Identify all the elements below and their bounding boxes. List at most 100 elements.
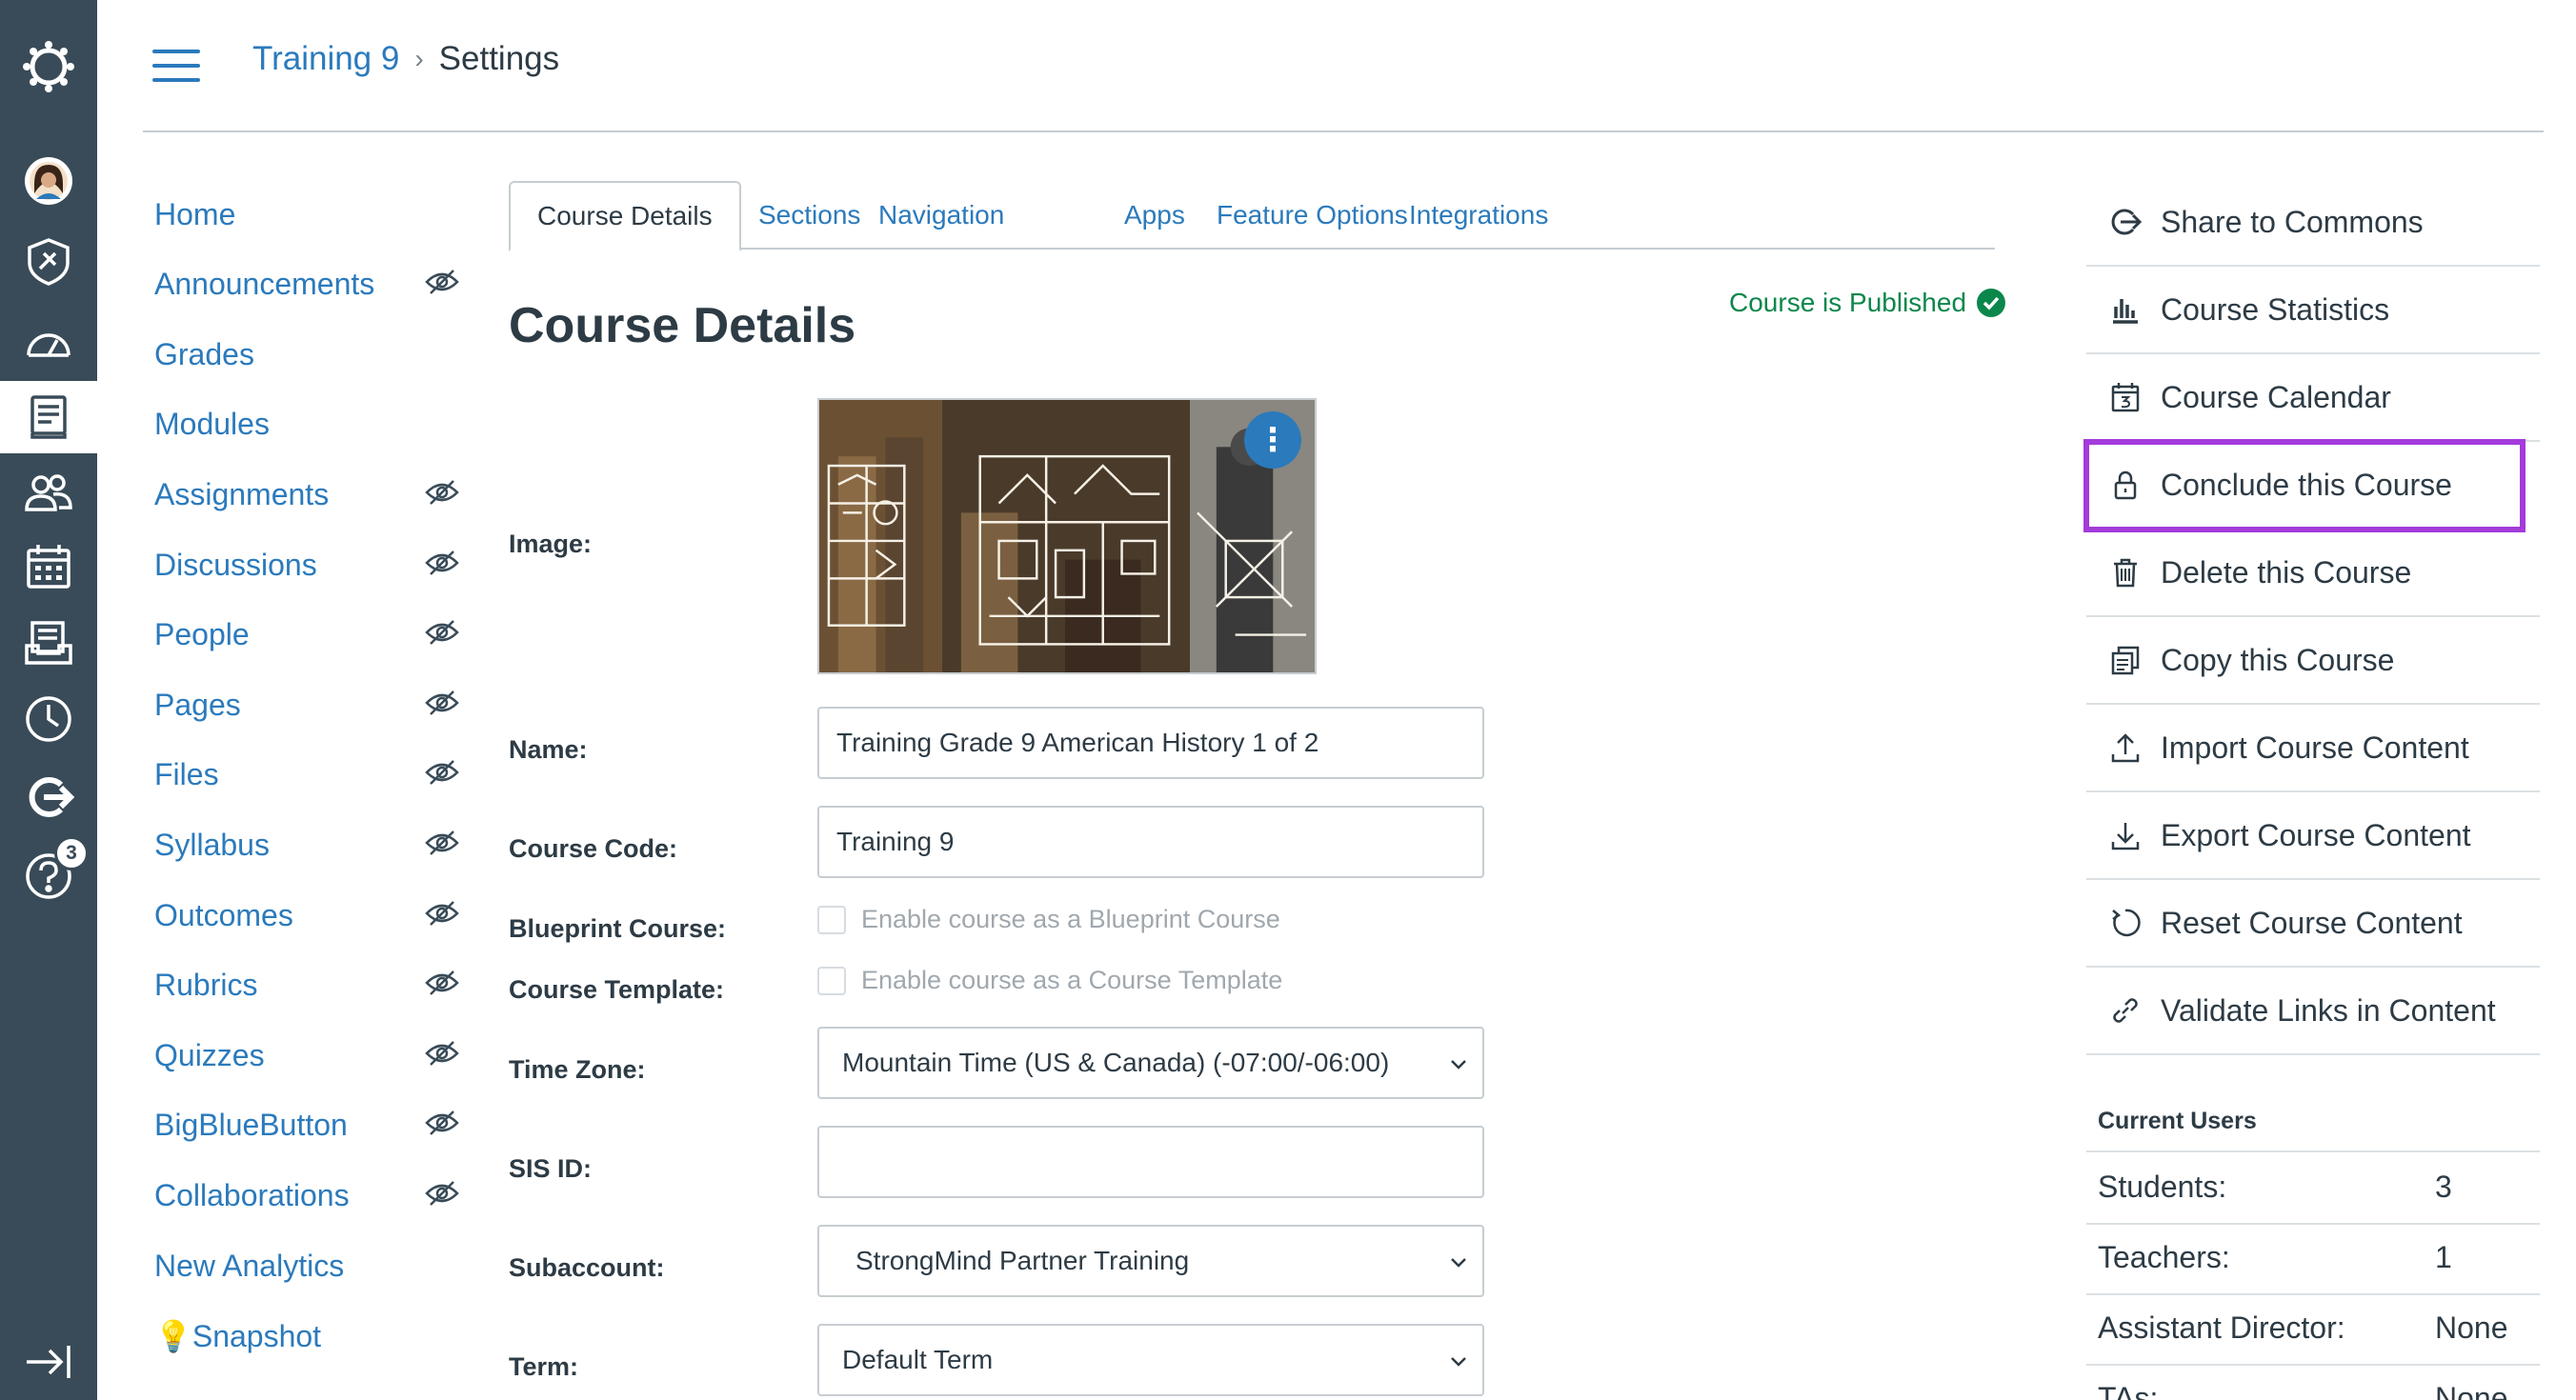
course-nav-label: Rubrics [154,968,258,1003]
import-course-content-button[interactable]: Import Course Content [2086,705,2540,792]
check-circle-icon [1977,289,2006,317]
export-course-content-button[interactable]: Export Course Content [2086,792,2540,880]
account-avatar-icon[interactable] [0,143,97,219]
hidden-eye-icon [425,619,459,650]
course-nav-item-quizzes[interactable]: Quizzes [154,1031,459,1079]
course-code-input[interactable]: Training 9 [817,806,1484,878]
blueprint-row: Enable course as a Blueprint Course [817,905,1280,934]
published-label: Course is Published [1729,288,1967,317]
course-nav-item-syllabus[interactable]: Syllabus [154,821,459,869]
chevron-down-icon [1451,1357,1466,1367]
subaccount-select[interactable]: StrongMind Partner Training [817,1225,1484,1297]
course-nav-item-rubrics[interactable]: Rubrics [154,962,459,1010]
user-count: None [2435,1381,2508,1400]
breadcrumb: Training 9 › Settings [252,40,559,78]
course-nav-item-modules[interactable]: Modules [154,401,459,449]
timezone-label: Time Zone: [509,1055,646,1084]
course-nav-label: BigBlueButton [154,1108,348,1143]
logo-icon[interactable] [0,29,97,105]
history-icon[interactable] [0,681,97,757]
course-nav-item-bigbluebutton[interactable]: BigBlueButton [154,1102,459,1150]
hidden-eye-icon [425,1180,459,1211]
course-statistics-button[interactable]: Course Statistics [2086,267,2540,354]
current-users-divider [2086,1150,2540,1152]
sis-id-input[interactable] [817,1126,1484,1198]
share-to-commons-button[interactable]: Share to Commons [2086,179,2540,267]
course-name-input[interactable]: Training Grade 9 American History 1 of 2 [817,707,1484,779]
chevron-down-icon [1451,1060,1466,1070]
action-label: Reset Course Content [2161,905,2463,940]
breadcrumb-course-link[interactable]: Training 9 [252,40,399,78]
term-select[interactable]: Default Term [817,1324,1484,1396]
course-nav-item-collaborations[interactable]: Collaborations [154,1171,459,1219]
course-nav-label: Discussions [154,547,317,582]
course-nav-item-outcomes[interactable]: Outcomes [154,891,459,939]
commons-icon[interactable] [0,759,97,835]
course-nav-item-pages[interactable]: Pages [154,681,459,729]
commons-icon [2111,209,2142,235]
lock-icon [2114,470,2137,500]
hidden-eye-icon [425,759,459,790]
course-nav-item-announcements[interactable]: Announcements [154,261,459,309]
course-nav-item-people[interactable]: People [154,611,459,659]
download-icon [2111,823,2140,850]
tab-navigation[interactable]: Navigation [852,181,1031,250]
course-nav-label: Modules [154,407,270,442]
admin-icon[interactable] [0,224,97,300]
action-label: Validate Links in Content [2161,992,2496,1028]
collapse-nav-icon[interactable] [0,1324,97,1400]
calendar-icon[interactable] [0,529,97,605]
name-label: Name: [509,735,588,764]
course-nav-item-assignments[interactable]: Assignments [154,470,459,518]
course-nav-label: 💡Snapshot [154,1318,322,1353]
trash-icon [2114,558,2137,588]
course-nav-item-discussions[interactable]: Discussions [154,541,459,589]
image-options-button[interactable]: ⋮ [1244,411,1301,469]
course-nav-label: Assignments [154,476,330,511]
reset-course-content-button[interactable]: Reset Course Content [2086,880,2540,968]
hidden-eye-icon [425,690,459,721]
course-nav-item-grades[interactable]: Grades [154,330,459,378]
template-checkbox[interactable] [817,966,846,995]
hamburger-menu-icon[interactable] [152,50,200,82]
course-nav-item-snapshot[interactable]: 💡Snapshot [154,1312,459,1360]
conclude-this-course-button[interactable]: Conclude this Course [2083,439,2526,532]
image-label: Image: [509,530,593,558]
course-nav-label: Home [154,196,236,231]
hidden-eye-icon [425,1110,459,1141]
stats-icon [2113,299,2138,324]
course-nav-item-files[interactable]: Files [154,751,459,799]
delete-this-course-button[interactable]: Delete this Course [2086,530,2540,617]
course-image[interactable] [817,398,1317,674]
current-users-divider [2086,1293,2540,1295]
validate-links-in-content-button[interactable]: Validate Links in Content [2086,968,2540,1055]
current-users-row: TAs: None [2098,1381,2540,1400]
action-label: Course Statistics [2161,291,2390,327]
template-row: Enable course as a Course Template [817,966,1282,995]
blueprint-checkbox[interactable] [817,905,846,934]
tab-course-details[interactable]: Course Details [509,181,741,251]
course-nav-item-new-analytics[interactable]: New Analytics [154,1242,459,1290]
dashboard-icon[interactable] [0,305,97,381]
course-nav-label: Syllabus [154,827,270,862]
courses-icon[interactable] [0,381,97,453]
sis-id-label: SIS ID: [509,1154,593,1183]
blueprint-label: Blueprint Course: [509,914,727,943]
inbox-icon[interactable] [0,605,97,681]
published-status: Course is Published [1729,288,2006,318]
course-nav-item-home[interactable]: Home [154,190,459,238]
header-divider [143,130,2544,132]
copy-this-course-button[interactable]: Copy this Course [2086,617,2540,705]
course-code-label: Course Code: [509,834,678,863]
user-role: Teachers: [2098,1240,2230,1274]
user-role: Students: [2098,1170,2227,1204]
course-nav-label: Files [154,757,219,792]
help-badge: 3 [54,836,89,870]
timezone-select[interactable]: Mountain Time (US & Canada) (-07:00/-06:… [817,1027,1484,1099]
course-calendar-button[interactable]: Course Calendar [2086,354,2540,442]
groups-icon[interactable] [0,455,97,531]
tab-integrations[interactable]: Integrations [1382,181,1575,250]
template-label: Course Template: [509,975,725,1004]
timezone-value: Mountain Time (US & Canada) (-07:00/-06:… [842,1048,1390,1077]
copy-icon [2111,646,2140,675]
